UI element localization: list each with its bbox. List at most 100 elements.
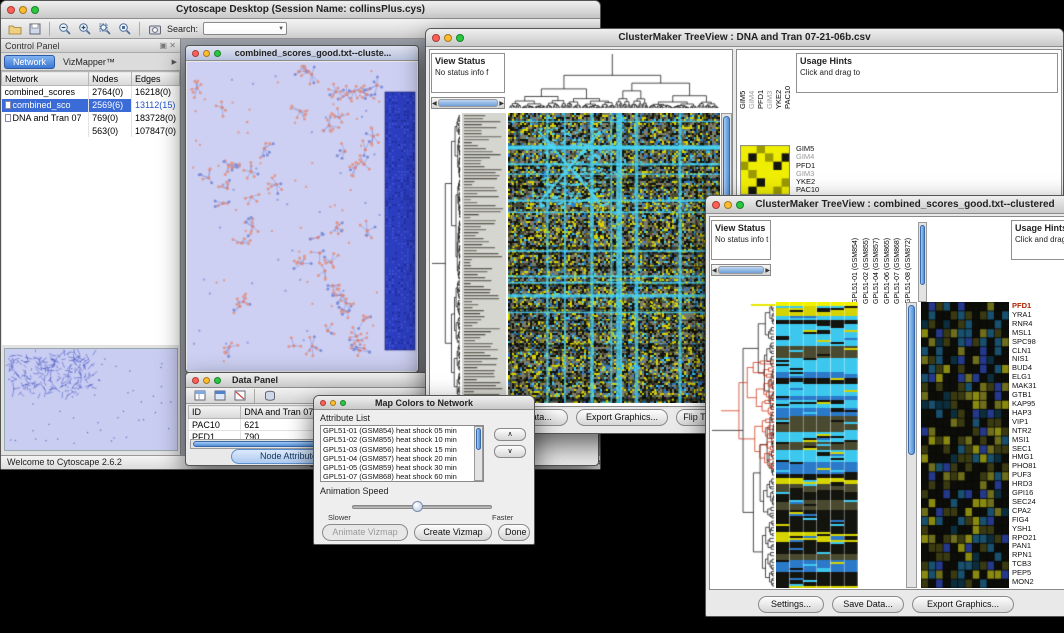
save-data-button[interactable]: Save Data...	[832, 596, 904, 613]
scroll-track[interactable]	[438, 99, 499, 107]
open-folder-icon[interactable]	[7, 21, 22, 36]
gene-label[interactable]: YRA1	[1012, 311, 1064, 320]
scroll-left-icon[interactable]: ◀	[432, 100, 437, 107]
map-colors-titlebar[interactable]: Map Colors to Network	[314, 396, 534, 410]
col-id[interactable]: ID	[189, 406, 241, 419]
gene-label[interactable]: SPC98	[1012, 338, 1064, 347]
h-scroll-mini[interactable]: ◀ ▶	[431, 97, 505, 109]
zoom-button[interactable]	[214, 377, 221, 384]
labels-vscrollbar[interactable]	[918, 222, 927, 302]
minimize-button[interactable]	[330, 400, 336, 406]
panel-float-icon[interactable]: ▣ ✕	[160, 41, 176, 50]
attribute-list-scrollbar[interactable]	[474, 426, 483, 481]
network-overview-thumbnail[interactable]	[4, 348, 178, 451]
h-scroll-mini[interactable]: ◀ ▶	[711, 264, 771, 276]
move-down-button[interactable]: ∨	[494, 445, 526, 458]
search-input[interactable]: ▼	[203, 22, 287, 35]
minimize-button[interactable]	[19, 6, 27, 14]
gene-label[interactable]: GPI16	[1012, 489, 1064, 498]
zoom-button[interactable]	[736, 201, 744, 209]
animate-vizmap-button[interactable]: Animate Vizmap	[322, 524, 408, 541]
zoom-selected-icon[interactable]	[117, 21, 132, 36]
attribute-list-item[interactable]: GPL51-04 (GSM857) heat shock 20 min	[321, 454, 483, 463]
column-dendrogram-canvas[interactable]	[508, 53, 720, 109]
minimize-button[interactable]	[203, 377, 210, 384]
network-view-titlebar[interactable]: combined_scores_good.txt--cluste...	[186, 46, 418, 61]
network-name[interactable]: RNAPuberNov2	[2, 125, 89, 138]
gene-label[interactable]: CPA2	[1012, 507, 1064, 516]
network-name[interactable]: DNA and Tran 07	[2, 112, 89, 125]
attribute-list[interactable]: GPL51-01 (GSM854) heat shock 05 minGPL51…	[320, 425, 484, 482]
zoom-button[interactable]	[31, 6, 39, 14]
gene-label[interactable]: VIP1	[1012, 418, 1064, 427]
gene-label[interactable]: ELG1	[1012, 373, 1064, 382]
gene-label[interactable]: KAP95	[1012, 400, 1064, 409]
gene-label[interactable]: MON2	[1012, 578, 1064, 587]
gene-label[interactable]: PHO81	[1012, 462, 1064, 471]
gene-label[interactable]: PAN1	[1012, 542, 1064, 551]
slider-thumb[interactable]	[412, 501, 423, 512]
gene-label[interactable]: NTR2	[1012, 427, 1064, 436]
network-name[interactable]: combined_scores	[2, 86, 89, 99]
scroll-track[interactable]	[718, 266, 765, 274]
create-vizmap-button[interactable]: Create Vizmap	[414, 524, 492, 541]
global-heatmap-canvas[interactable]	[776, 302, 858, 588]
col-network[interactable]: Network	[2, 72, 89, 86]
cytoscape-titlebar[interactable]: Cytoscape Desktop (Session Name: collins…	[1, 1, 600, 19]
zoom-fit-icon[interactable]	[97, 21, 112, 36]
zoom-out-icon[interactable]	[57, 21, 72, 36]
zoom-button[interactable]	[456, 34, 464, 42]
dropdown-arrow-icon[interactable]: ▼	[278, 26, 284, 32]
network-row[interactable]: DNA and Tran 07 769(0) 183728(0)	[2, 112, 180, 125]
scroll-thumb[interactable]	[908, 305, 915, 455]
gene-label[interactable]: YSH1	[1012, 525, 1064, 534]
unselect-attributes-icon[interactable]	[232, 388, 247, 403]
gene-label[interactable]: PFD1	[1012, 302, 1064, 311]
gene-label[interactable]: PEP5	[1012, 569, 1064, 578]
close-button[interactable]	[7, 6, 15, 14]
scroll-thumb[interactable]	[476, 428, 481, 450]
gene-label[interactable]: TCB3	[1012, 560, 1064, 569]
zoom-matrix-canvas[interactable]	[740, 145, 790, 195]
tab-network[interactable]: Network	[4, 55, 55, 69]
gene-label[interactable]: MAK31	[1012, 382, 1064, 391]
minimize-button[interactable]	[444, 34, 452, 42]
select-all-attributes-icon[interactable]	[212, 388, 227, 403]
network-name[interactable]: combined_sco	[2, 99, 89, 112]
scroll-right-icon[interactable]: ▶	[499, 100, 504, 107]
gene-label[interactable]: NIS1	[1012, 355, 1064, 364]
gene-label[interactable]: HRD3	[1012, 480, 1064, 489]
done-button[interactable]: Done	[498, 524, 530, 541]
treeview2-titlebar[interactable]: ClusterMaker TreeView : combined_scores_…	[706, 196, 1064, 214]
tab-vizmapper[interactable]: VizMapper™	[59, 57, 119, 67]
close-button[interactable]	[712, 201, 720, 209]
attribute-database-icon[interactable]	[262, 388, 277, 403]
gene-label[interactable]: RPO21	[1012, 534, 1064, 543]
network-row[interactable]: combined_scores 2764(0) 16218(0)	[2, 86, 180, 99]
row-dendrogram-canvas[interactable]	[711, 302, 775, 588]
gene-label[interactable]: HAP3	[1012, 409, 1064, 418]
gene-label[interactable]: GTB1	[1012, 391, 1064, 400]
heatmap-vscrollbar[interactable]	[906, 302, 917, 588]
zoom-button[interactable]	[214, 50, 221, 57]
gene-label[interactable]: HMG1	[1012, 453, 1064, 462]
zoom-heatmap-canvas[interactable]	[921, 302, 1009, 588]
gene-label[interactable]: BUD4	[1012, 364, 1064, 373]
scroll-left-icon[interactable]: ◀	[712, 267, 717, 274]
attribute-list-item[interactable]: GPL51-07 (GSM868) heat shock 60 min	[321, 472, 483, 481]
heatmap-canvas[interactable]	[508, 113, 720, 403]
close-button[interactable]	[320, 400, 326, 406]
select-attributes-icon[interactable]	[192, 388, 207, 403]
gene-label[interactable]: FIG4	[1012, 516, 1064, 525]
network-graph-canvas[interactable]	[187, 62, 417, 371]
network-row-selected[interactable]: combined_sco 2569(6) 13112(15)	[2, 99, 180, 112]
export-graphics-button[interactable]: Export Graphics...	[912, 596, 1014, 613]
gene-label[interactable]: PUF3	[1012, 471, 1064, 480]
scroll-right-icon[interactable]: ▶	[765, 267, 770, 274]
zoom-button[interactable]	[340, 400, 346, 406]
gene-label[interactable]: RPN1	[1012, 551, 1064, 560]
move-up-button[interactable]: ∧	[494, 428, 526, 441]
snapshot-icon[interactable]	[147, 21, 162, 36]
attribute-list-item[interactable]: GPL51-02 (GSM855) heat shock 10 min	[321, 435, 483, 444]
close-button[interactable]	[192, 50, 199, 57]
